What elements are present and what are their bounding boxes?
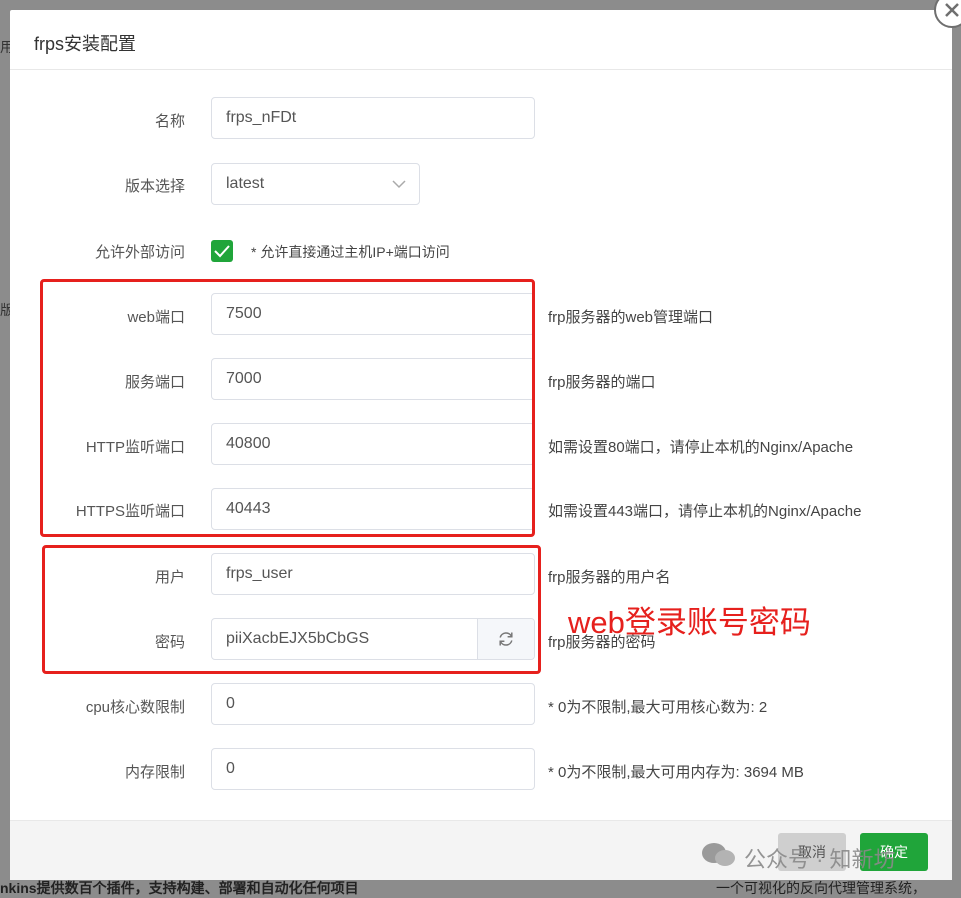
version-value: latest bbox=[226, 175, 265, 192]
version-label: 版本选择 bbox=[124, 178, 185, 195]
bg-fragment: nkins提供数百个插件，支持构建、部署和自动化任何项目 bbox=[0, 880, 359, 896]
name-label: 名称 bbox=[154, 113, 185, 130]
wechat-icon bbox=[702, 843, 735, 866]
cpu-input[interactable]: 0 bbox=[211, 683, 535, 725]
memory-label: 内存限制 bbox=[124, 764, 185, 781]
memory-input[interactable]: 0 bbox=[211, 748, 535, 790]
checkmark-icon bbox=[214, 245, 230, 258]
external-access-hint: * 允许直接通过主机IP+端口访问 bbox=[251, 244, 450, 260]
credentials-highlight-box bbox=[42, 545, 541, 674]
bg-fragment: 一个可视化的反向代理管理系统， bbox=[716, 880, 926, 896]
chevron-down-icon bbox=[392, 180, 406, 189]
watermark-text: 公众号 · 知新坊 bbox=[744, 847, 896, 872]
dialog-header: frps安装配置 bbox=[10, 10, 952, 70]
dialog-title: frps安装配置 bbox=[34, 34, 137, 54]
user-hint: frp服务器的用户名 bbox=[548, 569, 671, 586]
cpu-hint: * 0为不限制,最大可用核心数为: 2 bbox=[548, 699, 768, 716]
http-port-hint: 如需设置80端口，请停止本机的Nginx/Apache bbox=[548, 439, 854, 456]
service-port-hint: frp服务器的端口 bbox=[548, 374, 656, 391]
memory-value: 0 bbox=[226, 760, 235, 777]
https-port-hint: 如需设置443端口，请停止本机的Nginx/Apache bbox=[548, 503, 862, 520]
name-value: frps_nFDt bbox=[226, 109, 297, 126]
cpu-value: 0 bbox=[226, 695, 235, 712]
credentials-annotation: web登录账号密码 bbox=[568, 605, 811, 640]
close-icon bbox=[945, 3, 959, 17]
web-port-hint: frp服务器的web管理端口 bbox=[548, 309, 714, 326]
name-input[interactable]: frps_nFDt bbox=[211, 97, 535, 139]
ports-highlight-box bbox=[40, 279, 535, 537]
version-select[interactable]: latest bbox=[211, 163, 420, 205]
memory-hint: * 0为不限制,最大可用内存为: 3694 MB bbox=[548, 764, 804, 781]
external-access-label: 允许外部访问 bbox=[94, 244, 185, 261]
external-access-checkbox[interactable] bbox=[211, 240, 233, 262]
cpu-label: cpu核心数限制 bbox=[85, 699, 185, 716]
